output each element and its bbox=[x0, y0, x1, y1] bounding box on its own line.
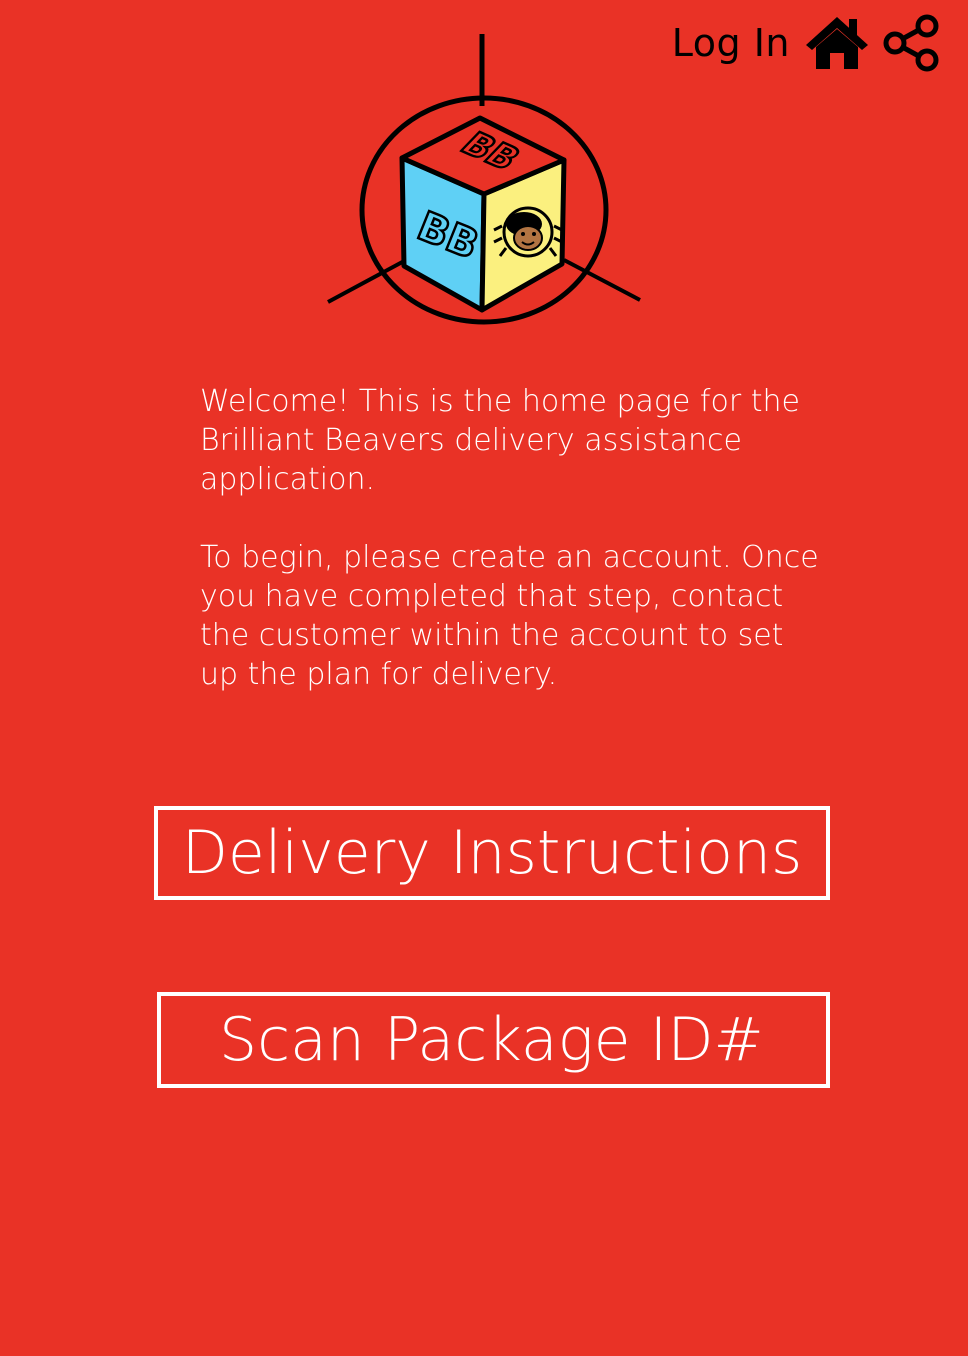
intro-text: Welcome! This is the home page for the B… bbox=[200, 382, 820, 694]
intro-paragraph-instructions: To begin, please create an account. Once… bbox=[200, 540, 819, 692]
delivery-instructions-button[interactable]: Delivery Instructions bbox=[154, 806, 830, 900]
intro-paragraph-welcome: Welcome! This is the home page for the B… bbox=[200, 384, 800, 497]
top-nav: Log In bbox=[672, 14, 940, 72]
home-icon[interactable] bbox=[804, 15, 870, 71]
share-icon[interactable] bbox=[882, 14, 940, 72]
login-link[interactable]: Log In bbox=[672, 21, 790, 65]
scan-package-id-button[interactable]: Scan Package ID# bbox=[157, 992, 830, 1088]
brilliant-beavers-logo: BB BB bbox=[322, 34, 646, 326]
